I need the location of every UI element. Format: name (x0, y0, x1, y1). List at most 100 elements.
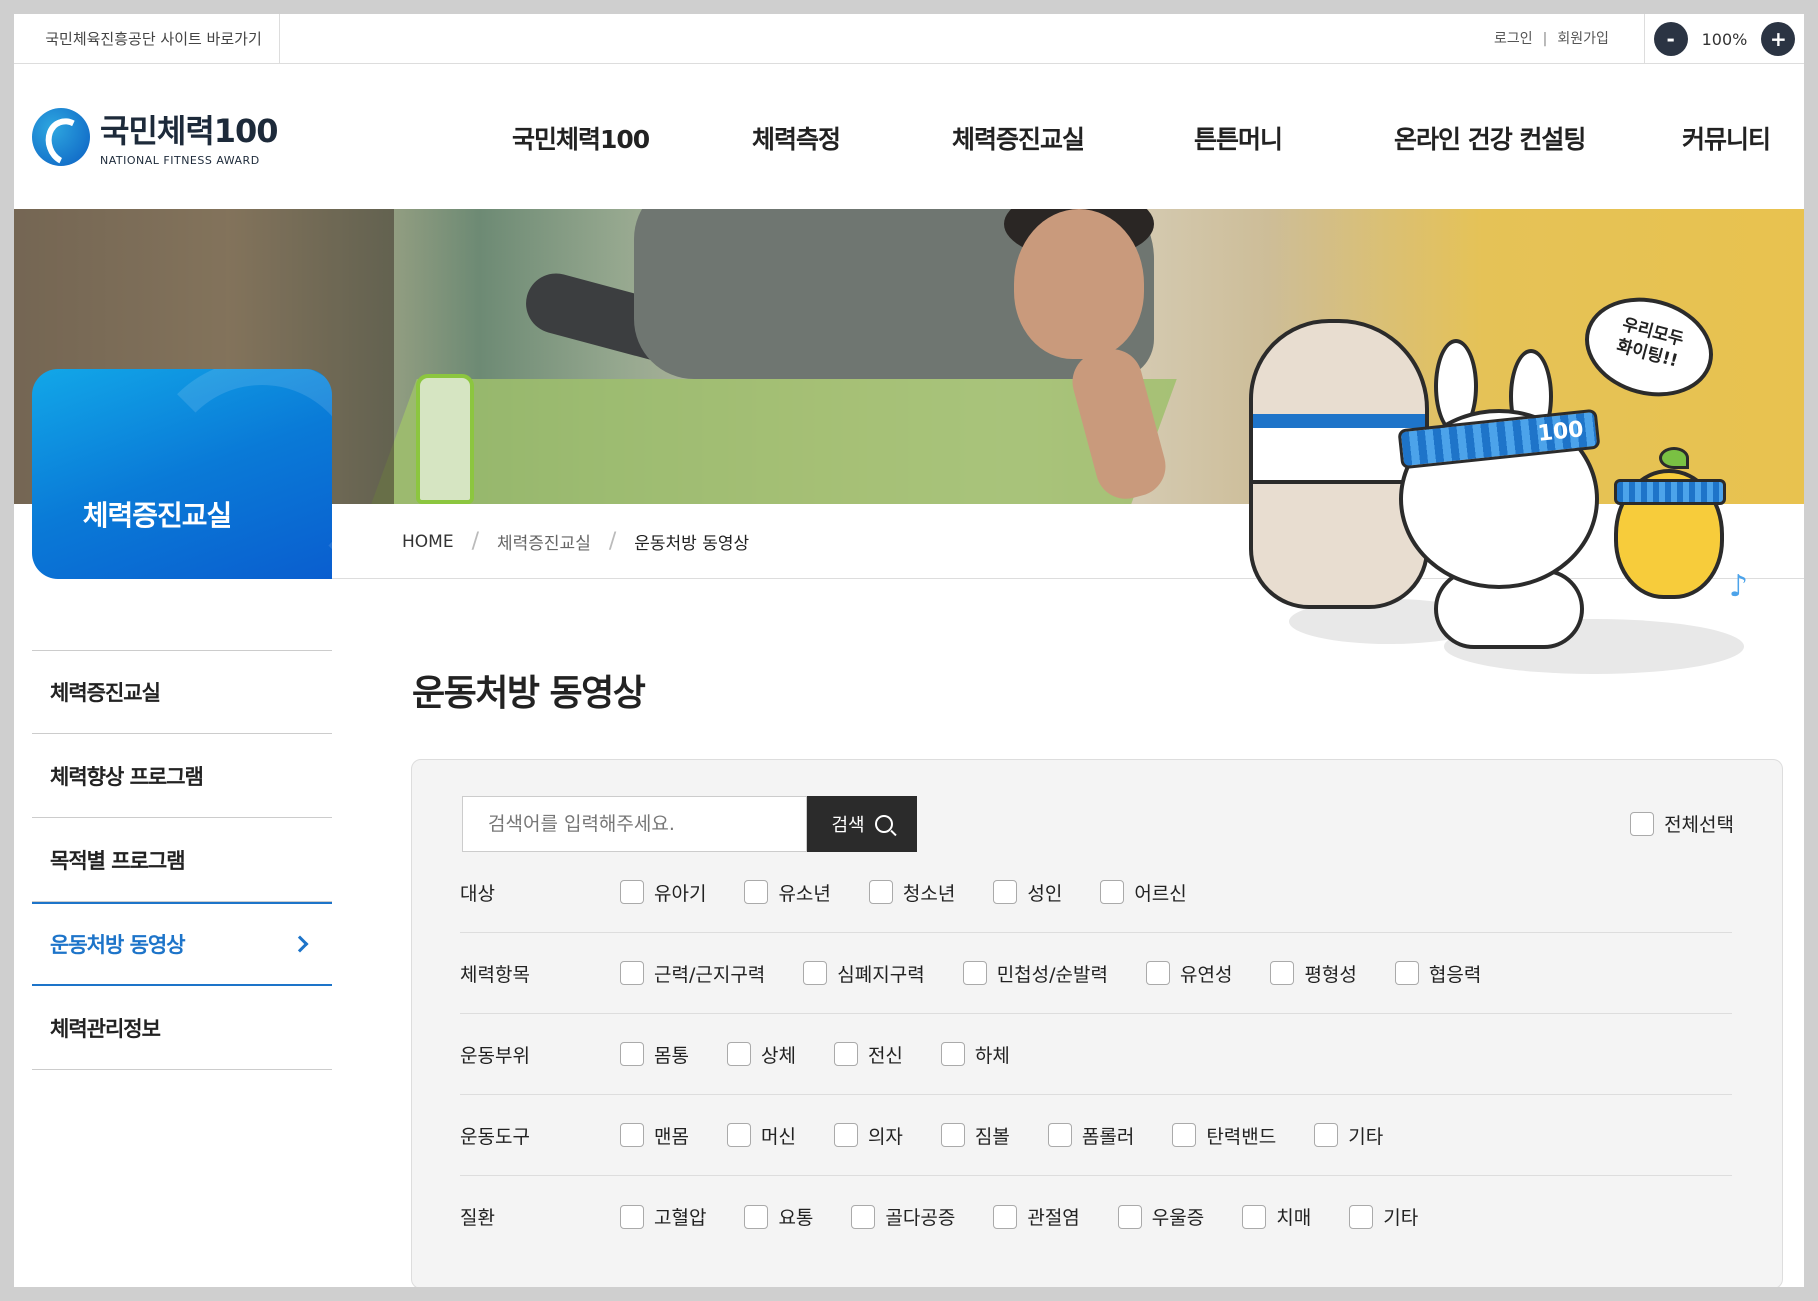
nav-item-community[interactable]: 커뮤니티 (1682, 120, 1771, 156)
filter-checkbox[interactable]: 짐볼 (940, 1122, 1010, 1149)
checkbox-label: 전신 (867, 1044, 903, 1067)
checkbox-label: 유연성 (1180, 963, 1233, 986)
checkbox-box[interactable] (726, 1123, 751, 1147)
checkbox-box[interactable] (833, 1123, 858, 1147)
logo-subtitle: NATIONAL FITNESS AWARD (100, 154, 260, 167)
site-logo[interactable]: 국민체력100 NATIONAL FITNESS AWARD (32, 106, 279, 167)
filter-checkbox[interactable]: 평형성 (1270, 960, 1357, 987)
zoom-out-button[interactable]: - (1653, 22, 1688, 56)
breadcrumb-section[interactable]: 체력증진교실 (497, 529, 591, 554)
side-nav-item-fitness-class[interactable]: 체력증진교실 (32, 650, 332, 734)
filter-checkbox[interactable]: 근력/근지구력 (620, 960, 765, 987)
checkbox-box[interactable] (620, 961, 644, 985)
mascot-characters: 100 우리모두 화이팅!! ♪ (1229, 283, 1789, 679)
side-nav-item-management-info[interactable]: 체력관리정보 (32, 986, 332, 1070)
filter-checkbox[interactable]: 기타 (1314, 1122, 1383, 1149)
family-site-link[interactable]: 국민체육진흥공단 사이트 바로가기 (14, 14, 280, 64)
filter-checkbox[interactable]: 폼롤러 (1047, 1122, 1135, 1149)
checkbox-box[interactable] (744, 880, 769, 904)
checkbox-box[interactable] (1349, 1204, 1374, 1229)
checkbox-box[interactable] (1630, 811, 1655, 836)
checkbox-label: 폼롤러 (1081, 1125, 1135, 1148)
side-nav-item-exercise-videos[interactable]: 운동처방 동영상 (32, 902, 332, 986)
chick-headband (1614, 479, 1726, 505)
checkbox-box[interactable] (620, 1204, 644, 1229)
filter-checkbox[interactable]: 어르신 (1100, 879, 1187, 906)
filter-checkbox[interactable]: 유소년 (744, 879, 831, 906)
side-nav-label: 운동처방 동영상 (50, 933, 186, 957)
checkbox-box[interactable] (833, 1042, 858, 1066)
filter-checkbox[interactable]: 유연성 (1146, 960, 1232, 987)
checkbox-box[interactable] (726, 1042, 751, 1066)
breadcrumb-divider-icon: / (471, 529, 479, 554)
checkbox-box[interactable] (1117, 1204, 1142, 1229)
filter-row: 체력항목 근력/근지구력 심폐지구력 민첩성/순발력 유연성 평형성 협응력 (460, 933, 1732, 1014)
checkbox-box[interactable] (1100, 880, 1125, 904)
checkbox-box[interactable] (803, 961, 828, 985)
side-nav-item-improvement-program[interactable]: 체력향상 프로그램 (32, 734, 332, 818)
checkbox-box[interactable] (1047, 1123, 1072, 1147)
filter-checkbox[interactable]: 치매 (1242, 1203, 1311, 1230)
checkbox-box[interactable] (1270, 961, 1295, 985)
checkbox-box[interactable] (744, 1204, 769, 1229)
side-nav-item-purpose-program[interactable]: 목적별 프로그램 (32, 818, 332, 902)
zoom-in-button[interactable]: + (1761, 22, 1796, 56)
filter-checkbox[interactable]: 성인 (993, 879, 1062, 906)
breadcrumb-home[interactable]: HOME (402, 532, 454, 552)
filter-checkbox[interactable]: 고혈압 (620, 1203, 706, 1230)
checkbox-box[interactable] (940, 1042, 965, 1066)
filter-options: 유아기 유소년 청소년 성인 어르신 (620, 879, 1225, 906)
join-link[interactable]: 회원가입 (1557, 31, 1609, 47)
filter-label: 체력항목 (460, 963, 530, 986)
checkbox-box[interactable] (620, 880, 644, 904)
login-link[interactable]: 로그인 (1494, 31, 1533, 47)
checkbox-box[interactable] (620, 1123, 644, 1147)
filter-checkbox[interactable]: 상체 (726, 1041, 796, 1068)
checkbox-box[interactable] (1314, 1123, 1339, 1147)
filter-checkbox[interactable]: 유아기 (620, 879, 706, 906)
checkbox-box[interactable] (851, 1204, 876, 1229)
checkbox-label: 하체 (974, 1044, 1010, 1067)
checkbox-box[interactable] (1394, 961, 1419, 985)
checkbox-box[interactable] (993, 1204, 1018, 1229)
filter-checkbox[interactable]: 골다공증 (851, 1203, 955, 1230)
checkbox-label: 치매 (1276, 1207, 1312, 1229)
side-nav-label: 목적별 프로그램 (50, 848, 186, 873)
filter-checkbox[interactable]: 청소년 (868, 879, 955, 906)
nav-item-fitness100[interactable]: 국민체력100 (512, 120, 650, 156)
filter-checkbox[interactable]: 민첩성/순발력 (962, 960, 1108, 987)
filter-checkbox[interactable]: 하체 (940, 1041, 1010, 1068)
checkbox-box[interactable] (1242, 1204, 1267, 1229)
water-bottle (416, 374, 474, 504)
filter-checkbox[interactable]: 요통 (744, 1203, 813, 1230)
nav-item-money[interactable]: 튼튼머니 (1194, 120, 1283, 156)
filter-checkbox[interactable]: 협응력 (1394, 960, 1481, 987)
filter-checkbox[interactable]: 우울증 (1117, 1203, 1204, 1230)
filter-checkbox[interactable]: 기타 (1349, 1203, 1418, 1230)
select-all-checkbox[interactable]: 전체선택 (1630, 810, 1734, 837)
nav-item-online-consulting[interactable]: 온라인 건강 컨설팅 (1394, 120, 1586, 156)
checkbox-box[interactable] (993, 880, 1018, 904)
checkbox-box[interactable] (1146, 961, 1170, 985)
checkbox-box[interactable] (1172, 1123, 1197, 1147)
filter-checkbox[interactable]: 심폐지구력 (803, 960, 925, 987)
nav-item-measurement[interactable]: 체력측정 (752, 120, 841, 156)
search-input[interactable] (462, 796, 807, 852)
filter-checkbox[interactable]: 의자 (833, 1122, 903, 1149)
search-button[interactable]: 검색 (807, 796, 917, 852)
filter-options: 몸통 상체 전신 하체 (620, 1041, 1048, 1068)
checkbox-box[interactable] (962, 961, 987, 985)
breadcrumb: HOME / 체력증진교실 / 운동처방 동영상 (402, 504, 749, 579)
filter-checkbox[interactable]: 몸통 (620, 1041, 689, 1068)
filter-checkbox[interactable]: 전신 (833, 1041, 903, 1068)
filter-checkbox[interactable]: 맨몸 (620, 1122, 689, 1149)
filter-options: 근력/근지구력 심폐지구력 민첩성/순발력 유연성 평형성 협응력 (620, 960, 1519, 987)
checkbox-box[interactable] (940, 1123, 965, 1147)
checkbox-box[interactable] (620, 1042, 644, 1066)
music-note-icon: ♪ (1729, 569, 1749, 604)
nav-item-fitness-class[interactable]: 체력증진교실 (952, 120, 1085, 156)
filter-checkbox[interactable]: 관절염 (993, 1203, 1080, 1230)
filter-checkbox[interactable]: 탄력밴드 (1172, 1122, 1276, 1149)
checkbox-box[interactable] (868, 880, 893, 904)
filter-checkbox[interactable]: 머신 (726, 1122, 796, 1149)
